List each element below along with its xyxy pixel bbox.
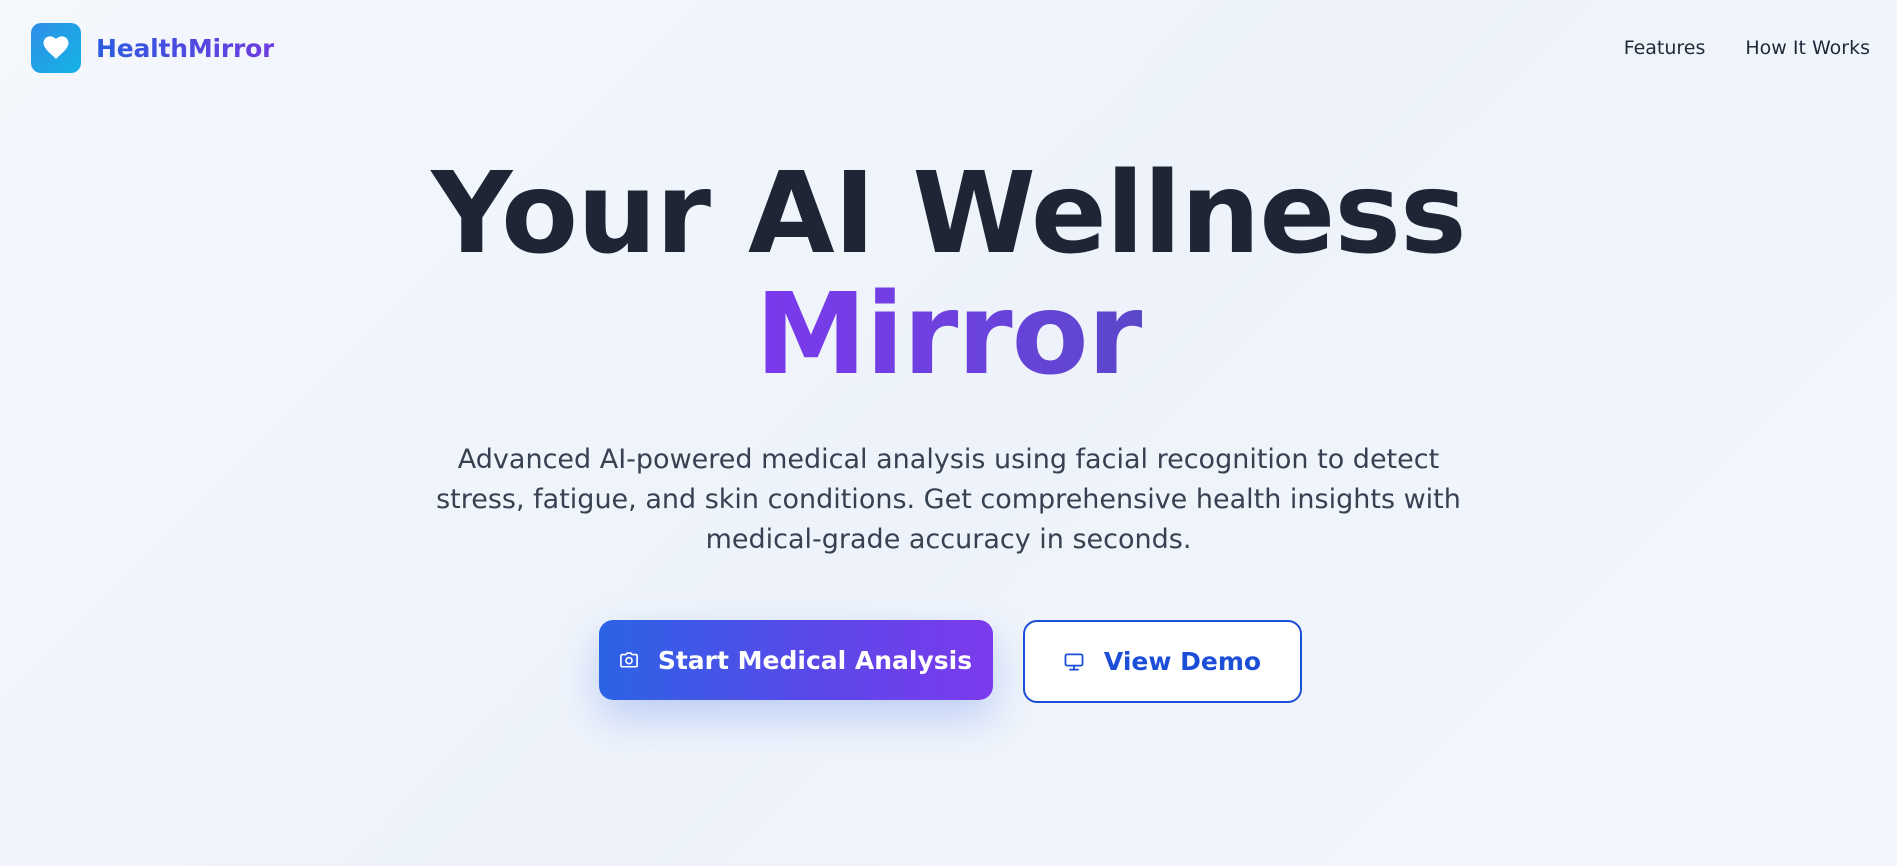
monitor-icon [1064,652,1084,671]
view-demo-label: View Demo [1103,647,1262,676]
brand-name: HealthMirror [96,33,275,63]
site-header: HealthMirror Features How It Works [0,0,1897,96]
hero-title: Your AI Wellness [431,149,1466,279]
start-medical-analysis-label: Start Medical Analysis [657,645,973,675]
heart-icon [31,23,81,73]
hero-title-accent-text: Mirror [755,270,1142,400]
camera-icon [619,652,638,668]
main-nav: Features How It Works [1624,37,1870,59]
hero-subtitle: Advanced AI-powered medical analysis usi… [436,444,1461,555]
start-medical-analysis-button[interactable]: Start Medical Analysis [599,620,993,700]
brand-link[interactable]: HealthMirror [31,23,274,73]
nav-features-link[interactable]: Features [1624,37,1706,59]
view-demo-button[interactable]: View Demo [1023,620,1302,703]
nav-how-it-works-link[interactable]: How It Works [1745,37,1870,59]
hero-title-accent: Mirror [0,279,1897,391]
